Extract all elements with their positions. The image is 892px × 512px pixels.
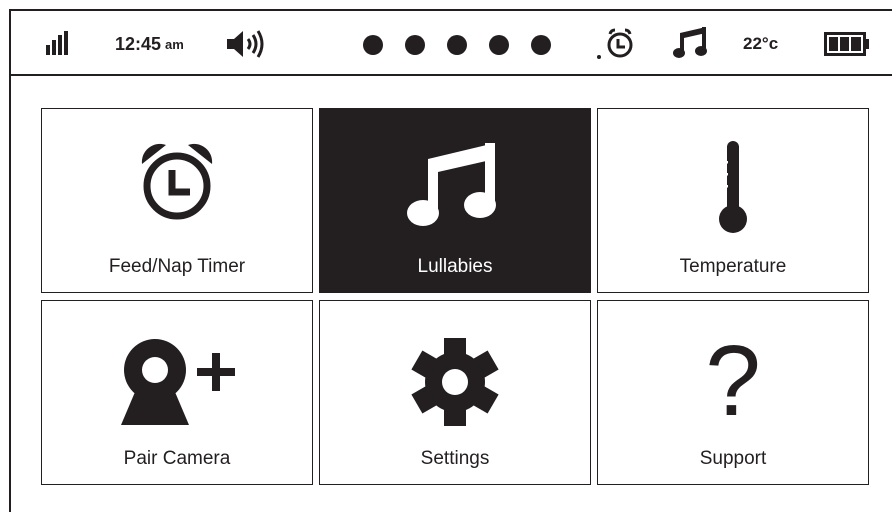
add-camera-icon: [42, 337, 312, 427]
page-dot-1[interactable]: [363, 35, 383, 55]
page-dot-3[interactable]: [447, 35, 467, 55]
temperature-tile[interactable]: Temperature: [597, 108, 869, 293]
gear-icon: [320, 337, 590, 427]
page-dot-5[interactable]: [531, 35, 551, 55]
tile-label: Settings: [420, 448, 490, 469]
clock-time: 12:45 am: [115, 31, 184, 57]
speaker-volume-icon[interactable]: [227, 30, 269, 58]
tile-label: Pair Camera: [123, 448, 231, 469]
page-dot-2[interactable]: [405, 35, 425, 55]
status-divider: [9, 74, 892, 76]
tile-label: Support: [699, 448, 767, 469]
lullabies-tile[interactable]: Lullabies: [319, 108, 591, 293]
baby-monitor-screen: 12:45 am 22°c Feed/Nap Timer Lullabies T…: [0, 0, 892, 512]
battery-icon: [824, 32, 870, 56]
music-note-icon: [320, 141, 590, 229]
screen-frame-top: [9, 9, 892, 11]
alarm-clock-icon: [596, 27, 636, 61]
settings-tile[interactable]: Settings: [319, 300, 591, 485]
alarm-clock-icon: [42, 134, 312, 224]
page-dot-4[interactable]: [489, 35, 509, 55]
music-note-icon: [673, 27, 709, 59]
tile-label: Temperature: [679, 256, 787, 277]
support-tile[interactable]: ? Support: [597, 300, 869, 485]
question-mark-glyph: ?: [705, 325, 761, 437]
question-mark-icon: ?: [598, 331, 868, 431]
tile-label: Feed/Nap Timer: [108, 256, 246, 277]
screen-frame-left: [9, 9, 11, 512]
page-indicator: [362, 34, 554, 56]
clock-ampm: am: [165, 36, 184, 52]
pair-camera-tile[interactable]: Pair Camera: [41, 300, 313, 485]
clock-hours: 12:45: [115, 33, 162, 54]
signal-bars-icon: [46, 31, 70, 55]
thermometer-icon: [598, 139, 868, 235]
feed-nap-timer-tile[interactable]: Feed/Nap Timer: [41, 108, 313, 293]
temperature-readout: 22°c: [743, 34, 779, 53]
tile-label: Lullabies: [417, 256, 493, 277]
